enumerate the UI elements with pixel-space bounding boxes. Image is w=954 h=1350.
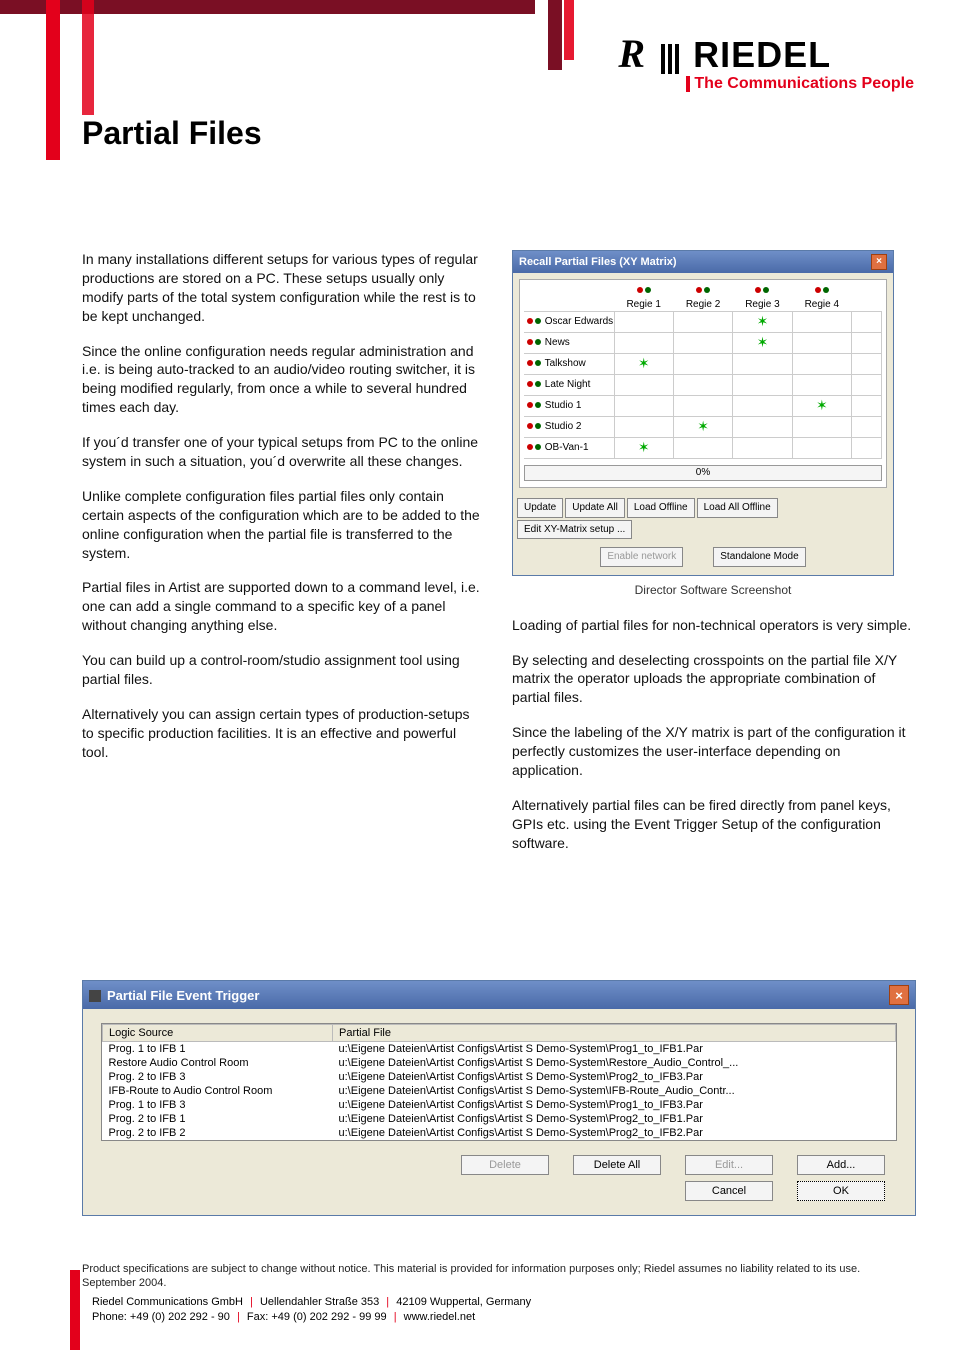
header-bar-orange: [82, 0, 94, 115]
para: Alternatively partial files can be fired…: [512, 796, 914, 853]
event-trigger-table[interactable]: Logic Source Partial File Prog. 1 to IFB…: [102, 1024, 896, 1140]
footer-city: 42109 Wuppertal, Germany: [396, 1296, 531, 1308]
row-label: News: [545, 337, 570, 348]
crosspoint-icon[interactable]: ✶: [757, 313, 769, 329]
enable-network-button[interactable]: Enable network: [600, 547, 683, 567]
footer: Riedel Communications GmbH | Uellendahle…: [92, 1295, 914, 1324]
header-bar-dark: [0, 0, 535, 14]
standalone-mode-button[interactable]: Standalone Mode: [713, 547, 805, 567]
delete-all-button[interactable]: Delete All: [573, 1155, 661, 1175]
disclaimer-text: Product specifications are subject to ch…: [82, 1262, 914, 1291]
right-column: Recall Partial Files (XY Matrix) × Regie…: [512, 250, 914, 869]
para: Since the labeling of the X/Y matrix is …: [512, 723, 914, 780]
footer-fax: Fax: +49 (0) 202 292 - 99 99: [247, 1311, 387, 1323]
hang-bar-dark: [548, 0, 562, 70]
col-header-partial-file[interactable]: Partial File: [333, 1025, 896, 1042]
footer-accent-bar: [70, 1270, 80, 1350]
para: Loading of partial files for non-technic…: [512, 616, 914, 635]
row-label: Talkshow: [545, 358, 586, 369]
page-title: Partial Files: [82, 115, 262, 152]
footer-street: Uellendahler Straße 353: [260, 1296, 379, 1308]
para: Partial files in Artist are supported do…: [82, 578, 484, 635]
table-row: IFB-Route to Audio Control Roomu:\Eigene…: [103, 1084, 896, 1098]
footer-phone: Phone: +49 (0) 202 292 - 90: [92, 1311, 230, 1323]
row-label: Late Night: [545, 379, 591, 390]
progress-bar: 0%: [524, 465, 882, 481]
crosspoint-icon[interactable]: ✶: [757, 334, 769, 350]
brand-logo: R RIEDEL The Communications People: [618, 30, 914, 92]
para: By selecting and deselecting crosspoints…: [512, 651, 914, 708]
crosspoint-icon[interactable]: ✶: [638, 439, 650, 455]
cancel-button[interactable]: Cancel: [685, 1181, 773, 1201]
table-row: Prog. 2 to IFB 1u:\Eigene Dateien\Artist…: [103, 1112, 896, 1126]
update-all-button[interactable]: Update All: [565, 498, 625, 518]
table-row: Prog. 2 to IFB 2u:\Eigene Dateien\Artist…: [103, 1126, 896, 1140]
footer-web: www.riedel.net: [404, 1311, 476, 1323]
table-row: Restore Audio Control Roomu:\Eigene Date…: [103, 1056, 896, 1070]
hang-bar-red: [564, 0, 574, 60]
app-icon: [89, 990, 101, 1002]
edit-xy-matrix-button[interactable]: Edit XY-Matrix setup ...: [517, 520, 632, 540]
col-header-logic-source[interactable]: Logic Source: [103, 1025, 333, 1042]
load-offline-button[interactable]: Load Offline: [627, 498, 695, 518]
para: In many installations different setups f…: [82, 250, 484, 326]
para: Unlike complete configuration files part…: [82, 487, 484, 563]
load-all-offline-button[interactable]: Load All Offline: [697, 498, 778, 518]
row-label: Studio 2: [545, 421, 582, 432]
logo-r-icon: R: [618, 31, 650, 76]
footer-company: Riedel Communications GmbH: [92, 1296, 243, 1308]
close-icon[interactable]: ×: [889, 985, 909, 1005]
para: If you´d transfer one of your typical se…: [82, 433, 484, 471]
left-column: In many installations different setups f…: [82, 250, 484, 869]
xy-grid[interactable]: Regie 1 Regie 2 Regie 3 Regie 4 Oscar Ed…: [524, 284, 882, 459]
table-row: Prog. 1 to IFB 3u:\Eigene Dateien\Artist…: [103, 1098, 896, 1112]
col-label: Regie 1: [626, 299, 660, 310]
crosspoint-icon[interactable]: ✶: [816, 397, 828, 413]
update-button[interactable]: Update: [517, 498, 563, 518]
row-label: Oscar Edwards: [545, 316, 613, 327]
screenshot-caption: Director Software Screenshot: [512, 582, 914, 598]
crosspoint-icon[interactable]: ✶: [697, 418, 709, 434]
row-label: OB-Van-1: [545, 442, 589, 453]
row-label: Studio 1: [545, 400, 582, 411]
logo-bars-icon: [661, 36, 682, 78]
logo-tagline: The Communications People: [686, 76, 914, 92]
logo-brand-text: RIEDEL: [693, 34, 831, 75]
para: Alternatively you can assign certain typ…: [82, 705, 484, 762]
table-row: Prog. 1 to IFB 1u:\Eigene Dateien\Artist…: [103, 1042, 896, 1057]
dialog-title: Partial File Event Trigger: [107, 988, 259, 1003]
delete-button[interactable]: Delete: [461, 1155, 549, 1175]
col-label: Regie 3: [745, 299, 779, 310]
edit-button[interactable]: Edit...: [685, 1155, 773, 1175]
para: You can build up a control-room/studio a…: [82, 651, 484, 689]
col-label: Regie 4: [805, 299, 839, 310]
ok-button[interactable]: OK: [797, 1181, 885, 1201]
table-row: Prog. 2 to IFB 3u:\Eigene Dateien\Artist…: [103, 1070, 896, 1084]
event-trigger-dialog: Partial File Event Trigger × Logic Sourc…: [82, 980, 916, 1216]
crosspoint-icon[interactable]: ✶: [638, 355, 650, 371]
add-button[interactable]: Add...: [797, 1155, 885, 1175]
close-icon[interactable]: ×: [871, 254, 887, 270]
header-bar-red: [46, 0, 60, 160]
col-label: Regie 2: [686, 299, 720, 310]
xy-matrix-dialog: Recall Partial Files (XY Matrix) × Regie…: [512, 250, 894, 576]
dialog-title: Recall Partial Files (XY Matrix): [519, 255, 677, 270]
para: Since the online configuration needs reg…: [82, 342, 484, 418]
